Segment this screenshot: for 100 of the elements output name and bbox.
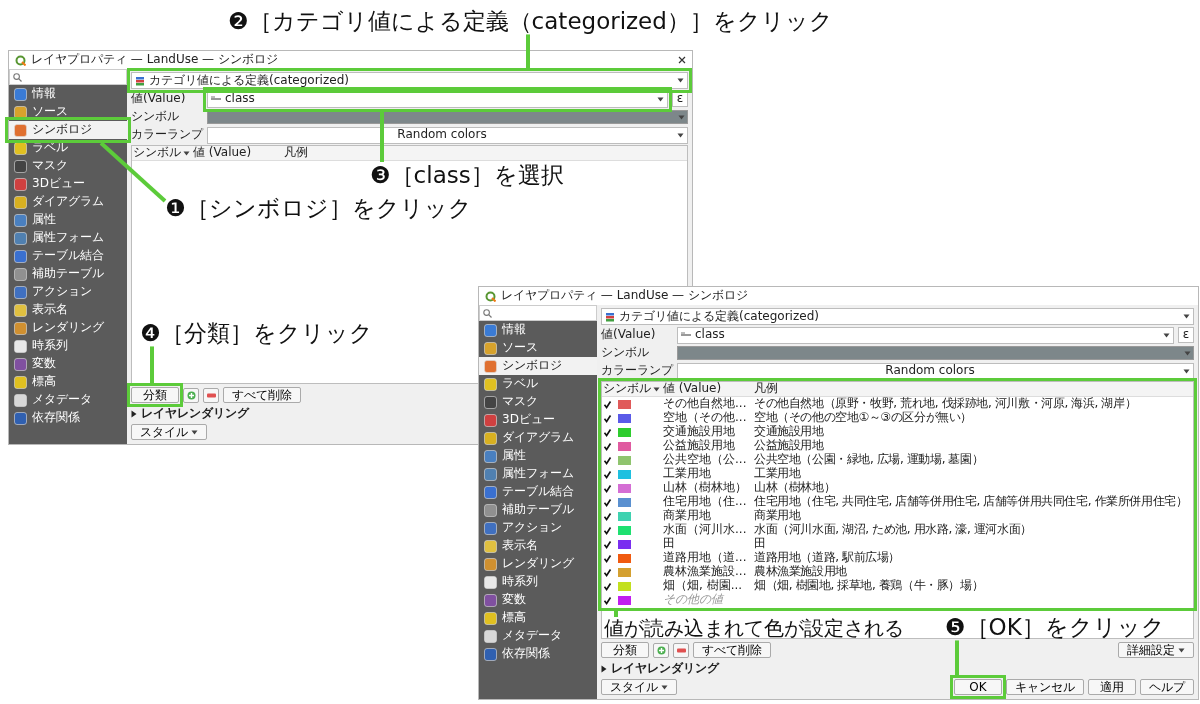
dialog-button[interactable]: 適用 — [1088, 679, 1136, 695]
remove-button[interactable] — [673, 642, 689, 658]
sidebar-item[interactable]: 属性フォーム — [479, 465, 597, 483]
sidebar-item[interactable]: ダイアグラム — [479, 429, 597, 447]
field-dropdown[interactable]: class — [677, 326, 1174, 344]
table-cell-text: 住宅用地（住... — [662, 495, 748, 509]
tile-icon — [14, 249, 27, 263]
column-header: 値 (Value) — [662, 382, 723, 396]
sidebar-item[interactable]: 情報 — [9, 85, 127, 103]
checkbox[interactable] — [603, 511, 612, 521]
sidebar-item[interactable]: ダイアグラム — [9, 193, 127, 211]
remove-button[interactable] — [203, 387, 219, 403]
sidebar-item[interactable]: レンダリング — [479, 555, 597, 573]
sidebar-item[interactable]: 標高 — [9, 373, 127, 391]
dropdown-value: class — [225, 92, 255, 106]
sidebar-item[interactable]: メタデータ — [9, 391, 127, 409]
caret-icon — [678, 114, 685, 120]
sidebar-item[interactable]: 変数 — [9, 355, 127, 373]
sidebar-item[interactable]: 依存関係 — [479, 645, 597, 663]
sidebar-item[interactable]: 3Dビュー — [9, 175, 127, 193]
sidebar-item[interactable]: 標高 — [479, 609, 597, 627]
sidebar-item[interactable]: ソース — [479, 339, 597, 357]
sidebar-item[interactable]: 時系列 — [9, 337, 127, 355]
checkbox[interactable] — [603, 497, 612, 507]
checkbox[interactable] — [603, 413, 612, 423]
tile-icon — [484, 647, 497, 661]
sidebar-item[interactable]: シンボロジ — [479, 357, 597, 375]
checkbox[interactable] — [603, 427, 612, 437]
checkbox[interactable] — [603, 441, 612, 451]
close-icon[interactable] — [678, 56, 686, 64]
sidebar-item[interactable]: シンボロジ — [9, 121, 127, 139]
sidebar-item[interactable]: 属性 — [479, 447, 597, 465]
sidebar-item[interactable]: ラベル — [479, 375, 597, 393]
sidebar-item[interactable]: テーブル結合 — [9, 247, 127, 265]
sidebar-item[interactable]: ラベル — [9, 139, 127, 157]
sidebar-item[interactable]: 表示名 — [9, 301, 127, 319]
tile-icon — [14, 357, 27, 371]
expression-button[interactable]: ε — [1178, 327, 1194, 343]
search-field[interactable] — [479, 305, 597, 321]
tile-icon — [14, 231, 27, 245]
table-cell-text: 工業用地 — [753, 467, 801, 481]
sidebar-item[interactable]: マスク — [479, 393, 597, 411]
renderer-dropdown[interactable]: カテゴリ値による定義(categorized) — [601, 308, 1194, 325]
sidebar-item[interactable]: マスク — [9, 157, 127, 175]
expand-arrow-icon — [601, 664, 607, 673]
caret-icon — [1163, 332, 1170, 338]
sidebar-item[interactable]: 3Dビュー — [479, 411, 597, 429]
sidebar-item[interactable]: 表示名 — [479, 537, 597, 555]
table-cell-text: 交通施設用地 — [753, 425, 824, 439]
action-button[interactable]: 分類 — [131, 387, 179, 403]
window-title: レイヤプロパティ — LandUse — シンボロジ — [31, 53, 278, 67]
table-cell-text: 田 — [662, 537, 676, 551]
sidebar-item[interactable]: ソース — [9, 103, 127, 121]
checkbox[interactable] — [603, 483, 612, 493]
action-button[interactable]: すべて削除 — [223, 387, 301, 403]
checkbox[interactable] — [603, 399, 612, 409]
sidebar-item[interactable]: 補助テーブル — [9, 265, 127, 283]
sidebar-item[interactable]: 属性フォーム — [9, 229, 127, 247]
dialog-button[interactable]: キャンセル — [1006, 679, 1084, 695]
add-button[interactable] — [653, 642, 669, 658]
column-header: シンボル — [133, 146, 181, 160]
checkbox[interactable] — [603, 455, 612, 465]
sidebar-item[interactable]: テーブル結合 — [479, 483, 597, 501]
sidebar-item[interactable]: 変数 — [479, 591, 597, 609]
tile-icon — [484, 377, 497, 391]
sidebar-item[interactable]: 属性 — [9, 211, 127, 229]
sidebar-item[interactable]: レンダリング — [9, 319, 127, 337]
checkbox[interactable] — [603, 525, 612, 535]
advanced-settings-button[interactable]: 詳細設定 — [1118, 642, 1194, 658]
sidebar-item[interactable]: メタデータ — [479, 627, 597, 645]
tile-icon — [484, 341, 497, 355]
dropdown-value: カテゴリ値による定義(categorized) — [149, 73, 349, 88]
checkbox[interactable] — [603, 469, 612, 479]
table-cell-text: 水面（河川水面, 湖沼, ため池, 用水路, 濠, 運河水面） — [753, 523, 1032, 537]
checkbox[interactable] — [603, 539, 612, 549]
table-cell-text: 公益施設用地 — [753, 439, 824, 453]
search-field[interactable] — [9, 69, 127, 85]
renderer-dropdown[interactable]: カテゴリ値による定義(categorized) — [131, 72, 688, 89]
checkbox[interactable] — [603, 581, 612, 591]
sidebar-item[interactable]: 補助テーブル — [479, 501, 597, 519]
checkbox[interactable] — [603, 553, 612, 563]
checkbox[interactable] — [603, 595, 612, 605]
style-dropdown[interactable]: スタイル — [131, 424, 207, 440]
action-button[interactable]: 分類 — [601, 642, 649, 658]
sidebar-item[interactable]: 情報 — [479, 321, 597, 339]
search-icon — [13, 72, 22, 82]
style-dropdown[interactable]: スタイル — [601, 679, 677, 695]
dialog-button[interactable]: OK — [954, 679, 1002, 695]
checkbox[interactable] — [603, 567, 612, 577]
tile-icon — [484, 485, 497, 499]
dialog-button[interactable]: ヘルプ — [1140, 679, 1194, 695]
sidebar-item[interactable]: アクション — [479, 519, 597, 537]
add-button[interactable] — [183, 387, 199, 403]
sidebar-item[interactable]: アクション — [9, 283, 127, 301]
tile-icon — [14, 195, 27, 209]
caret-icon — [661, 684, 668, 690]
sidebar-item[interactable]: 依存関係 — [9, 409, 127, 427]
sidebar-item[interactable]: 時系列 — [479, 573, 597, 591]
color-ramp-dropdown[interactable]: Random colors — [207, 126, 688, 144]
action-button[interactable]: すべて削除 — [693, 642, 771, 658]
